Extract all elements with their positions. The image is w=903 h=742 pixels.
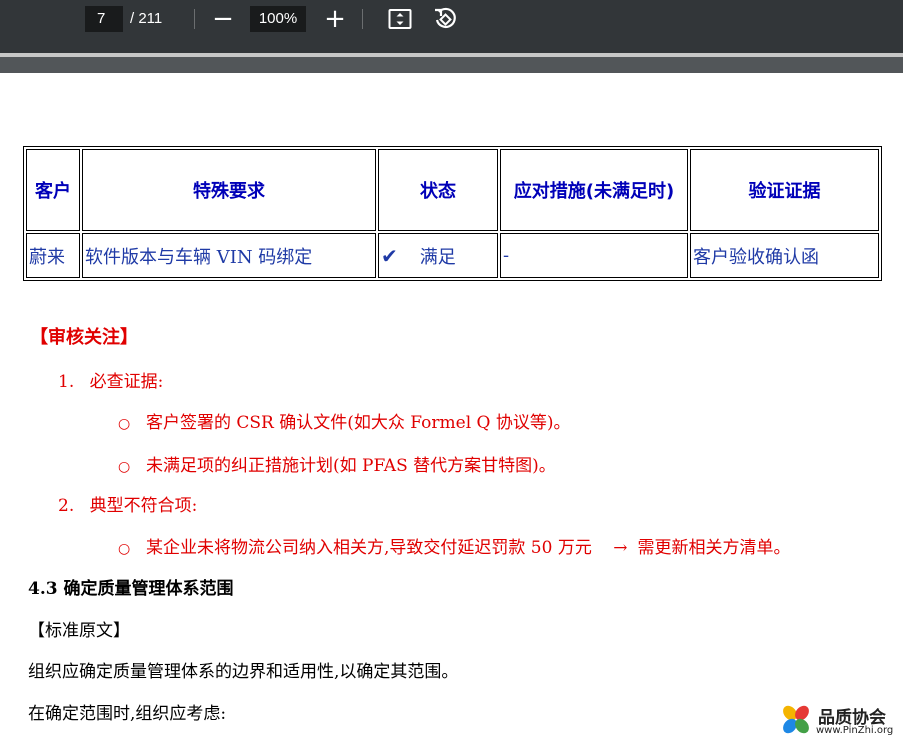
toolbar-divider xyxy=(194,9,195,29)
rotate-icon xyxy=(435,7,456,29)
toolbar-divider xyxy=(362,9,363,29)
page-number-input[interactable]: 7 xyxy=(85,6,123,32)
column-header-customer: 客户 xyxy=(26,149,80,231)
cell-evidence: 客户验收确认函 xyxy=(690,233,879,278)
zoom-in-button[interactable]: + xyxy=(320,4,350,34)
zoom-level-input[interactable]: 100% xyxy=(250,6,306,32)
table-row: 蔚来 软件版本与车辆 VIN 码绑定 ✔ 满足 - 客户验收确认函 xyxy=(26,233,879,278)
fit-to-page-icon xyxy=(388,9,412,29)
status-text: 满足 xyxy=(419,246,456,268)
audit-item-2-sub-1: ○ 某企业未将物流公司纳入相关方,导致交付延迟罚款 50 万元 → 需更新相关方清单… xyxy=(118,533,791,558)
column-header-requirement: 特殊要求 xyxy=(82,149,376,231)
watermark-logo: 品质协会 www.PinZhi.org xyxy=(778,700,903,742)
checkmark-icon: ✔ xyxy=(381,243,398,268)
document-page: 客户 特殊要求 状态 应对措施(未满足时) 验证证据 蔚来 软件版本与车辆 VI… xyxy=(0,73,903,742)
section-heading: 4.3 确定质量管理体系范围 xyxy=(28,579,234,599)
cell-measure: - xyxy=(500,233,688,278)
pdf-toolbar: 7 / 211 − 100% + xyxy=(0,0,903,53)
audit-item-2: 2. 典型不符合项: xyxy=(58,491,197,516)
paragraph: 在确定范围时,组织应考虑: xyxy=(28,704,227,724)
bullet-icon: ○ xyxy=(118,459,131,475)
column-header-evidence: 验证证据 xyxy=(690,149,879,231)
watermark-url: www.PinZhi.org xyxy=(816,725,894,736)
zoom-out-button[interactable]: − xyxy=(208,4,238,34)
list-text: 客户签署的 CSR 确认文件(如大众 Formel Q 协议等)。 xyxy=(146,413,571,433)
page-total-label: / 211 xyxy=(130,10,163,27)
cell-status: ✔ 满足 xyxy=(378,233,498,278)
list-text: 某企业未将物流公司纳入相关方,导致交付延迟罚款 50 万元 xyxy=(146,538,592,558)
standard-text-label: 【标准原文】 xyxy=(28,621,130,641)
table-header-row: 客户 特殊要求 状态 应对措施(未满足时) 验证证据 xyxy=(26,149,879,231)
audit-item-1: 1. 必查证据: xyxy=(58,367,163,392)
cell-requirement: 软件版本与车辆 VIN 码绑定 xyxy=(82,233,376,278)
list-number: 1. xyxy=(58,372,75,392)
bullet-icon: ○ xyxy=(118,416,131,432)
column-header-status: 状态 xyxy=(378,149,498,231)
column-header-measure: 应对措施(未满足时) xyxy=(500,149,688,231)
csr-table: 客户 特殊要求 状态 应对措施(未满足时) 验证证据 蔚来 软件版本与车辆 VI… xyxy=(23,146,882,281)
paragraph: 组织应确定质量管理体系的边界和适用性,以确定其范围。 xyxy=(28,662,459,682)
cell-customer: 蔚来 xyxy=(26,233,80,278)
page-top-gap xyxy=(0,57,903,73)
flower-logo-icon xyxy=(783,705,809,734)
list-number: 2. xyxy=(58,496,75,516)
list-text: 未满足项的纠正措施计划(如 PFAS 替代方案甘特图)。 xyxy=(146,456,556,476)
bullet-icon: ○ xyxy=(118,541,131,557)
arrow-right-icon: → xyxy=(613,538,628,558)
audit-item-1-sub-1: ○ 客户签署的 CSR 确认文件(如大众 Formel Q 协议等)。 xyxy=(118,408,571,433)
list-text: 必查证据: xyxy=(89,372,164,392)
list-text: 典型不符合项: xyxy=(89,496,198,516)
list-text: 需更新相关方清单。 xyxy=(637,538,791,558)
audit-focus-title: 【审核关注】 xyxy=(30,327,138,348)
fit-page-button[interactable] xyxy=(385,4,415,34)
audit-item-1-sub-2: ○ 未满足项的纠正措施计划(如 PFAS 替代方案甘特图)。 xyxy=(118,451,556,476)
rotate-button[interactable] xyxy=(430,4,460,34)
